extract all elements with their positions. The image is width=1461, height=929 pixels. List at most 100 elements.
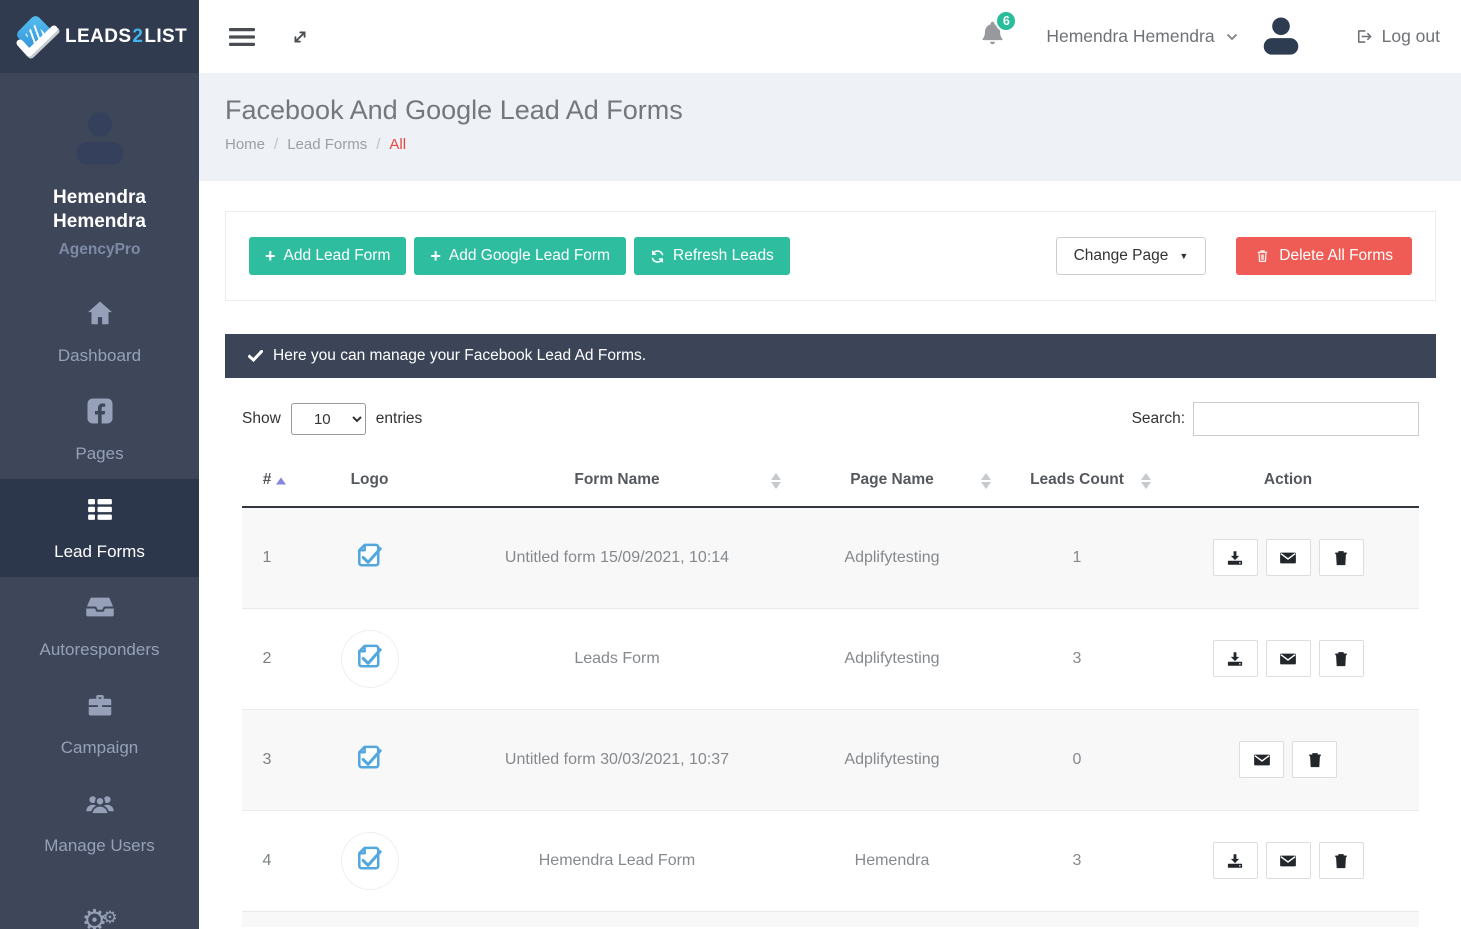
user-avatar-icon: [1263, 16, 1298, 55]
fullscreen-button[interactable]: [289, 26, 311, 48]
email-leads-button[interactable]: [1265, 539, 1311, 577]
breadcrumb-home[interactable]: Home: [225, 136, 265, 153]
delete-all-forms-button[interactable]: Delete All Forms: [1236, 237, 1412, 275]
form-name-cell: Leads Form: [447, 607, 787, 709]
column-header-num[interactable]: #: [242, 456, 292, 508]
download-icon: [1227, 551, 1243, 565]
sidebar-item-label: Dashboard: [57, 346, 142, 366]
trash-icon: [1335, 550, 1347, 565]
delete-form-button[interactable]: [1318, 539, 1364, 577]
form-name-cell: Untitled form 30/03/2021, 10:37: [447, 708, 787, 810]
sidebar-item-label: Autoresponders: [39, 640, 160, 660]
sidebar-item-campaign[interactable]: Campaign: [0, 675, 199, 773]
logout-icon: [1357, 30, 1372, 43]
caret-down-icon: ▼: [1179, 251, 1189, 261]
info-banner: Here you can manage your Facebook Lead A…: [225, 334, 1436, 378]
email-leads-button[interactable]: [1239, 741, 1284, 778]
email-leads-button[interactable]: [1265, 640, 1311, 677]
table-row: 1 Untitled form 15/09/2021, 10:14 Adplifyt…: [242, 507, 1419, 608]
row-number: 3: [242, 708, 292, 810]
hamburger-icon: [229, 27, 255, 46]
page-name-cell: Hemendra: [787, 809, 997, 911]
content: + Add Lead Form + Add Google Lead Form R…: [199, 181, 1461, 929]
delete-form-button[interactable]: [1318, 842, 1364, 879]
sidebar-item-label: Lead Forms: [54, 542, 145, 562]
main-area: 6 Hemendra Hemendra Log out Facebook And…: [199, 0, 1461, 929]
email-icon: [1253, 754, 1270, 765]
email-leads-button[interactable]: [1265, 842, 1311, 879]
row-number: 2: [242, 607, 292, 709]
form-name-cell: Untitled form 15/09/2021, 10:14: [504, 548, 730, 566]
breadcrumb-lead-forms[interactable]: Lead Forms: [287, 136, 367, 153]
form-logo-icon: [358, 846, 382, 870]
sidebar-item-lead-forms[interactable]: Lead Forms: [0, 479, 199, 578]
page-name-cell: Adplifytesting: [787, 607, 997, 709]
add-google-lead-form-button[interactable]: + Add Google Lead Form: [414, 237, 626, 275]
facebook-icon: [85, 396, 115, 431]
trash-icon: [1335, 853, 1347, 868]
sidebar-item-label: Pages: [75, 444, 124, 464]
trash-icon: [1258, 250, 1268, 262]
trash-icon: [1335, 651, 1347, 666]
sidebar-item-settings[interactable]: ⚙⚙: [0, 871, 199, 929]
change-page-dropdown[interactable]: Change Page ▼: [1055, 237, 1207, 275]
sort-asc-icon: [276, 477, 286, 485]
sidebar-nav: Dashboard Pages Lead Forms Autoresponders Ca…: [0, 283, 199, 929]
search-input[interactable]: [1193, 402, 1419, 436]
app-root: LEADS2LIST Hemendra Hemendra AgencyPro D…: [0, 0, 1461, 929]
check-icon: [248, 350, 263, 362]
sidebar-item-manage-users[interactable]: Manage Users: [0, 773, 199, 871]
leads-count-cell: 1: [1072, 548, 1082, 566]
logo-cell: [292, 708, 447, 810]
topbar: 6 Hemendra Hemendra Log out: [199, 0, 1461, 73]
breadcrumb-separator: /: [376, 136, 381, 153]
sort-icon: [981, 473, 991, 489]
list-icon: [85, 494, 115, 529]
trash-icon: [1308, 752, 1321, 767]
breadcrumb: Home / Lead Forms / All: [225, 136, 1461, 153]
row-number: 4: [242, 809, 292, 911]
show-label: Show: [242, 410, 281, 427]
sidebar-item-dashboard[interactable]: Dashboard: [0, 283, 199, 381]
column-header-page-name[interactable]: Page Name: [787, 456, 997, 508]
delete-form-button[interactable]: [1292, 741, 1337, 778]
download-leads-button[interactable]: [1212, 539, 1258, 577]
form-name-cell: Hemendra Lead Form: [447, 809, 787, 911]
page-length-select[interactable]: 10: [290, 403, 366, 435]
user-avatar[interactable]: [1258, 12, 1304, 62]
users-icon: [85, 788, 115, 823]
leads-count-cell: 3: [997, 809, 1157, 911]
form-logo-icon: [358, 644, 382, 668]
column-header-form-name[interactable]: Form Name: [447, 456, 787, 508]
toolbar-panel: + Add Lead Form + Add Google Lead Form R…: [225, 211, 1436, 301]
download-leads-button[interactable]: [1212, 640, 1258, 677]
column-header-leads-count[interactable]: Leads Count: [997, 456, 1157, 508]
sidebar-item-label: Manage Users: [44, 836, 155, 856]
sidebar-item-autoresponders[interactable]: Autoresponders: [0, 577, 199, 675]
email-icon: [1280, 855, 1296, 866]
inbox-icon: [85, 592, 115, 627]
action-cell: [1157, 708, 1419, 810]
page-name-cell: Adplifytesting: [787, 708, 997, 810]
table-row: 4 Hemendra Lead Form Hemendra 3: [242, 809, 1419, 911]
lead-forms-table: # Logo Form Name Page Name Leads Count Action…: [242, 456, 1419, 927]
add-lead-form-button[interactable]: + Add Lead Form: [249, 237, 407, 275]
email-icon: [1280, 653, 1296, 664]
row-number: 1: [262, 548, 272, 566]
search-label: Search:: [1131, 410, 1185, 427]
home-icon: [85, 298, 115, 333]
notifications-button[interactable]: 6: [979, 9, 1018, 54]
sidebar-item-label: Campaign: [60, 738, 139, 758]
sidebar-toggle-button[interactable]: [229, 27, 255, 47]
logout-button[interactable]: Log out: [1354, 26, 1440, 47]
brand-logo[interactable]: LEADS2LIST: [0, 0, 199, 73]
sidebar: LEADS2LIST Hemendra Hemendra AgencyPro D…: [0, 0, 199, 929]
sidebar-profile: Hemendra Hemendra AgencyPro: [0, 73, 199, 283]
refresh-leads-button[interactable]: Refresh Leads: [634, 237, 790, 275]
page-title: Facebook And Google Lead Ad Forms: [225, 95, 683, 125]
user-menu[interactable]: Hemendra Hemendra: [1046, 26, 1237, 47]
sidebar-item-pages[interactable]: Pages: [0, 381, 199, 479]
download-leads-button[interactable]: [1212, 842, 1258, 879]
logo-cell: [292, 507, 447, 608]
delete-form-button[interactable]: [1318, 640, 1364, 677]
